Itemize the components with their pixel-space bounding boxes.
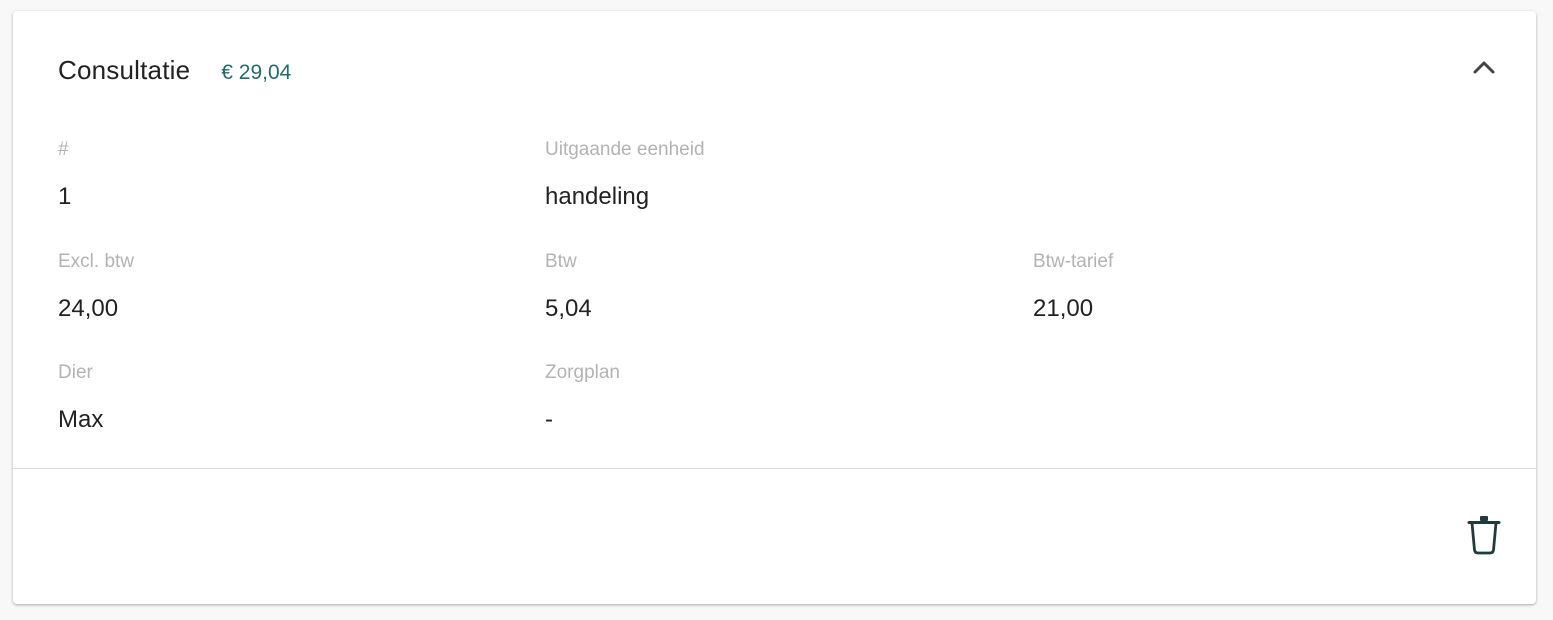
item-title: Consultatie: [58, 55, 191, 85]
field-value: Max: [58, 406, 104, 433]
field-value: 1: [58, 183, 72, 210]
field-vat: Btw 5,04: [545, 251, 592, 323]
field-value: handeling: [545, 183, 650, 210]
field-excl-vat: Excl. btw 24,00: [58, 251, 134, 323]
line-item-card: Consultatie € 29,04 # 1 Uitgaande eenhei…: [13, 11, 1536, 604]
field-care-plan: Zorgplan -: [545, 362, 620, 434]
chevron-up-icon: [1473, 61, 1495, 74]
field-value: 21,00: [1033, 295, 1094, 322]
field-number: # 1: [58, 139, 71, 211]
field-label: Btw: [545, 251, 577, 272]
field-label: #: [58, 139, 69, 160]
field-animal: Dier Max: [58, 362, 103, 434]
card-divider: [13, 468, 1536, 469]
field-label: Uitgaande eenheid: [545, 139, 705, 160]
field-unit: Uitgaande eenheid handeling: [545, 139, 705, 211]
field-label: Excl. btw: [58, 251, 135, 272]
field-label: Dier: [58, 362, 93, 383]
field-value: 24,00: [58, 295, 119, 322]
field-vat-rate: Btw-tarief 21,00: [1033, 251, 1113, 323]
field-label: Btw-tarief: [1033, 251, 1114, 272]
card-header: Consultatie € 29,04: [58, 55, 291, 86]
field-value: -: [545, 406, 553, 433]
field-value: 5,04: [545, 295, 592, 322]
collapse-button[interactable]: [1470, 53, 1498, 81]
field-label: Zorgplan: [545, 362, 620, 383]
trash-icon: [1467, 516, 1501, 555]
delete-button[interactable]: [1466, 515, 1502, 555]
item-total-price: € 29,04: [221, 61, 292, 84]
